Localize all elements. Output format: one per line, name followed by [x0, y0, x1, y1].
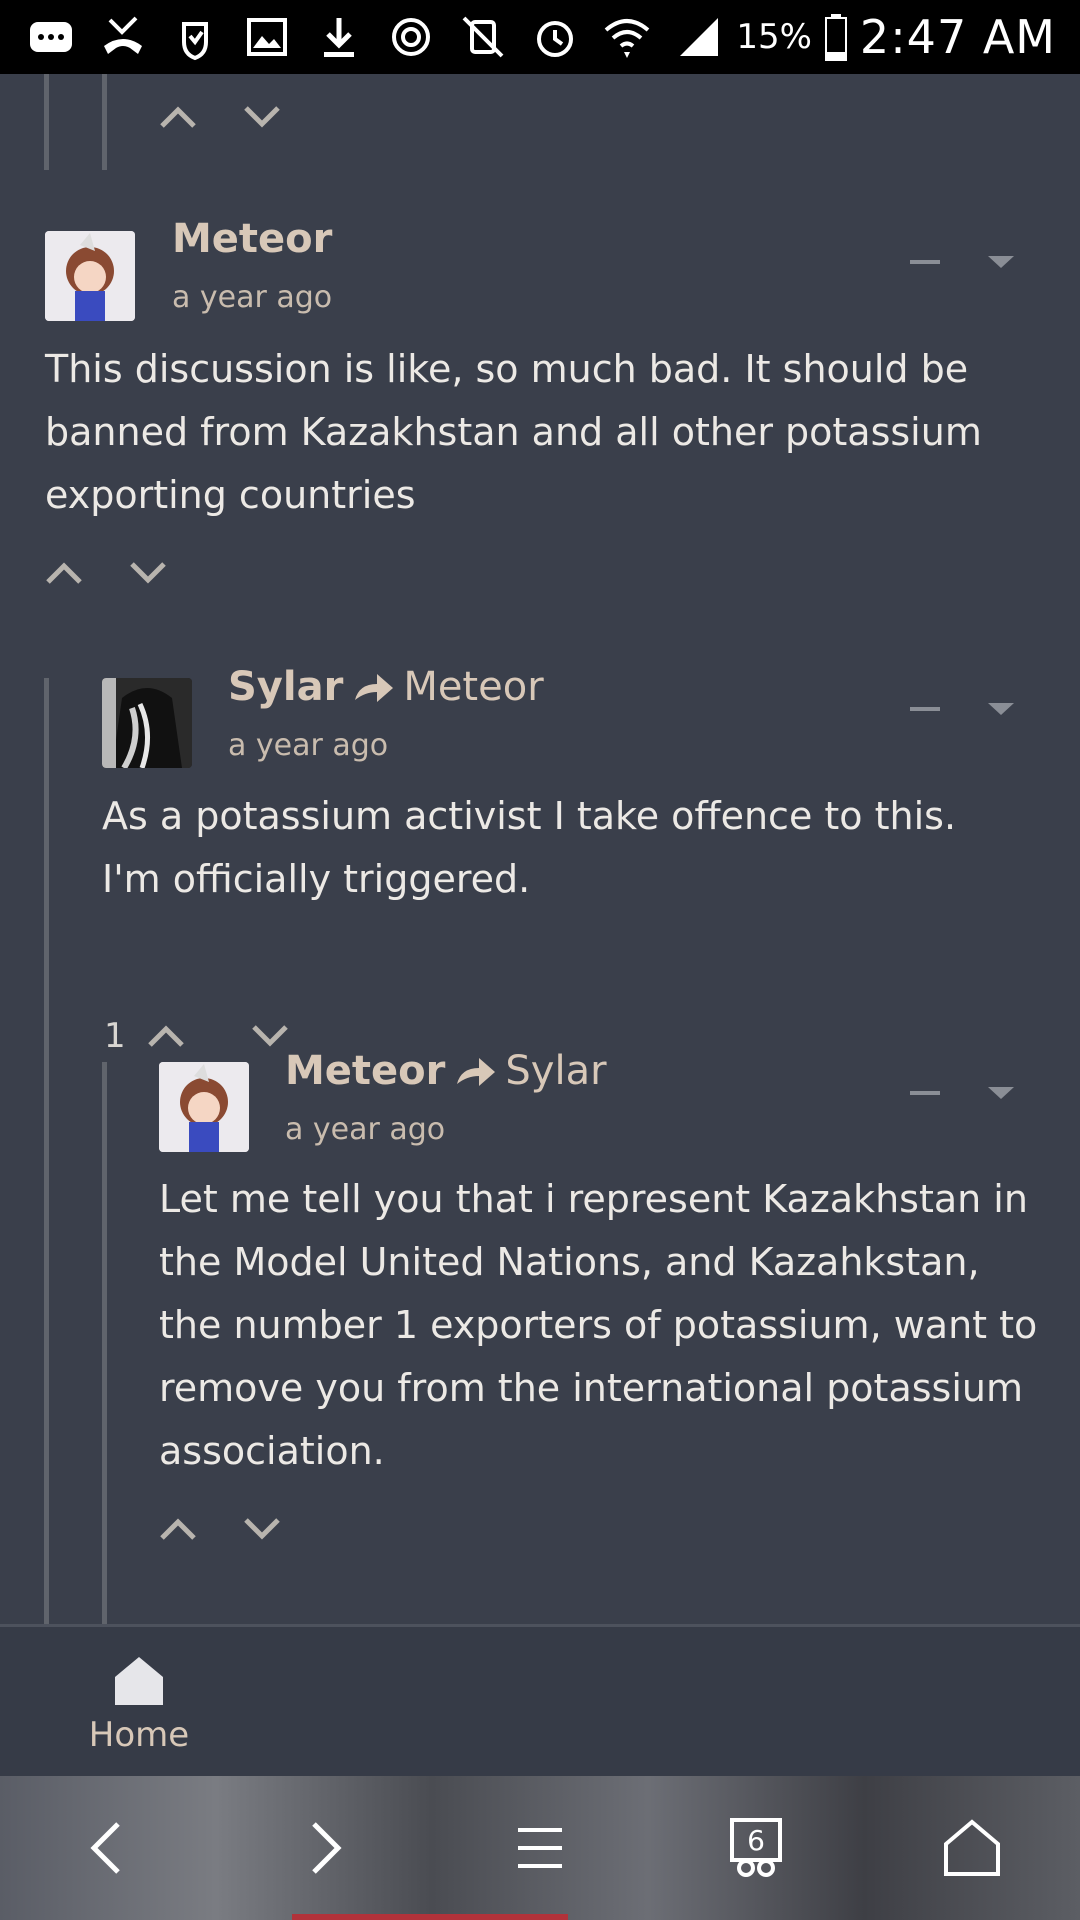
comment-thread[interactable]: Meteor a year ago This discussion is lik…: [0, 74, 1080, 1624]
wifi-icon: [604, 19, 650, 58]
tab-count-label: 6: [747, 1824, 765, 1857]
status-bar: 15% 2:47 AM: [0, 0, 1080, 74]
tab-home-label: Home: [88, 1715, 190, 1755]
comment-timestamp[interactable]: a year ago: [285, 1112, 445, 1147]
upvote-icon[interactable]: [156, 1514, 200, 1544]
battery-icon: [824, 14, 847, 61]
clock: 2:47 AM: [859, 10, 1056, 64]
tab-home[interactable]: Home: [84, 1653, 194, 1755]
tabs-button[interactable]: 6: [724, 1816, 788, 1880]
download-icon: [324, 18, 354, 57]
battery-percent: 15%: [736, 17, 812, 57]
forward-icon[interactable]: [292, 1816, 356, 1880]
missed-call-icon: [104, 16, 142, 54]
image-icon: [247, 18, 287, 56]
sync-icon: [392, 18, 430, 56]
progress-indicator: [292, 1914, 568, 1920]
comment-body: Let me tell you that i represent Kazakhs…: [159, 1177, 1038, 1473]
hand-shield-icon: [182, 22, 208, 61]
bottom-nav: Home: [0, 1624, 1080, 1779]
author-name[interactable]: Meteor: [285, 1048, 445, 1094]
chat-icon: [30, 22, 72, 52]
mute-icon: [462, 16, 504, 58]
home-icon: [115, 1657, 163, 1705]
back-icon[interactable]: [76, 1816, 140, 1880]
signal-icon: [680, 18, 718, 56]
menu-icon[interactable]: [508, 1816, 572, 1880]
reply-arrow-icon: [457, 1058, 496, 1086]
browser-home-icon[interactable]: [940, 1816, 1004, 1880]
alarm-icon: [537, 21, 573, 57]
comment: Meteor Sylar a year ago Let me tell you …: [0, 74, 1080, 1624]
avatar[interactable]: [159, 1062, 249, 1152]
browser-toolbar: 6: [0, 1776, 1080, 1920]
collapse-button[interactable]: [910, 1091, 940, 1095]
downvote-icon[interactable]: [240, 1514, 284, 1544]
comment-author[interactable]: Meteor Sylar: [285, 1048, 607, 1094]
comment-controls: [910, 1083, 1016, 1103]
caret-down-icon[interactable]: [986, 1083, 1016, 1103]
vote-controls: [156, 1514, 284, 1544]
reply-to-name[interactable]: Sylar: [505, 1048, 606, 1094]
